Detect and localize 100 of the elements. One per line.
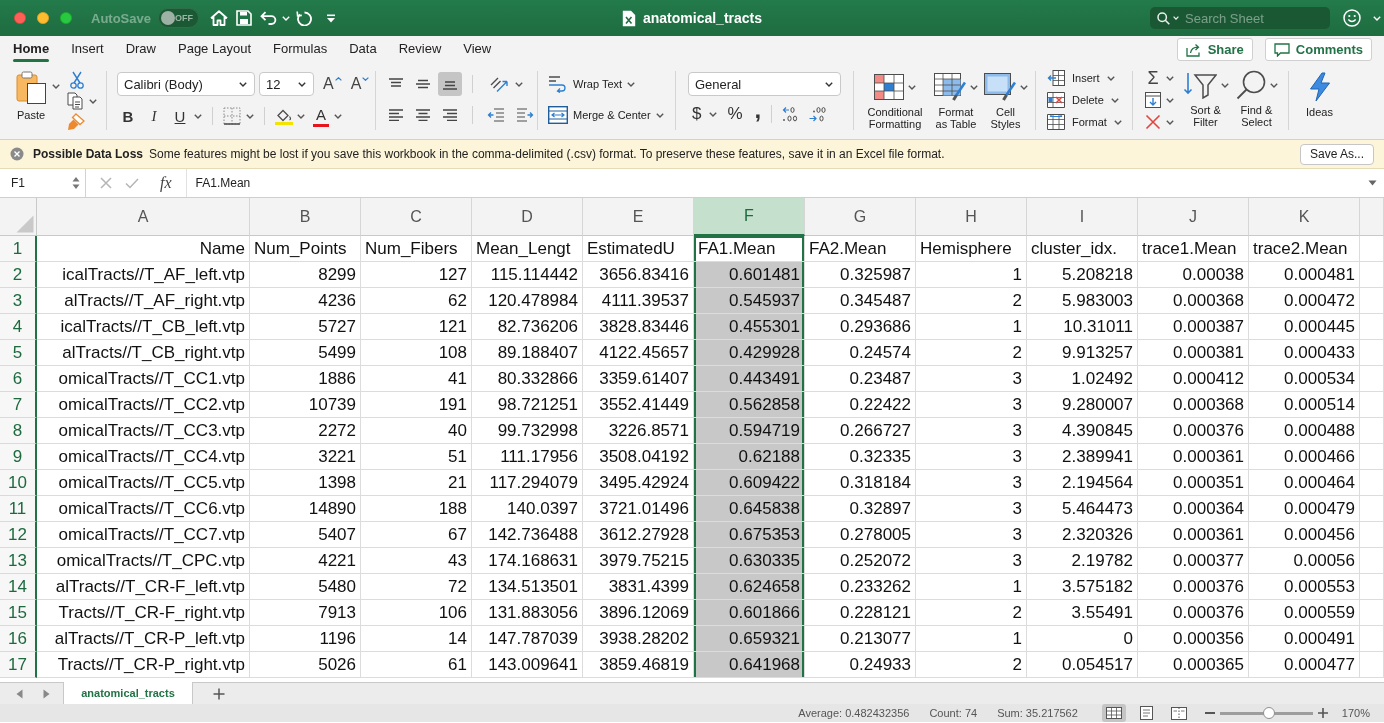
caret-icon[interactable] xyxy=(970,84,978,90)
format-cells-button[interactable]: Format xyxy=(1047,114,1132,130)
row-header[interactable]: 16 xyxy=(0,626,37,652)
caret-icon[interactable] xyxy=(334,113,342,119)
column-header[interactable]: H xyxy=(916,198,1027,236)
enter-check-icon[interactable] xyxy=(125,177,139,189)
row-header[interactable]: 13 xyxy=(0,548,37,574)
align-bottom-icon[interactable] xyxy=(438,72,462,96)
stepper-icon[interactable] xyxy=(72,176,80,190)
font-size-dropdown[interactable]: 12 xyxy=(259,72,314,96)
row-header[interactable]: 10 xyxy=(0,470,37,496)
ribbon-tab[interactable]: Insert xyxy=(71,36,104,63)
row-header[interactable]: 17 xyxy=(0,652,37,678)
align-top-icon[interactable] xyxy=(388,78,404,90)
row-header[interactable]: 2 xyxy=(0,262,37,288)
font-color-button[interactable]: A xyxy=(313,105,329,127)
row-header[interactable]: 12 xyxy=(0,522,37,548)
sort-filter-button[interactable]: Sort & Filter xyxy=(1182,70,1229,128)
column-header[interactable]: A xyxy=(37,198,250,236)
shrink-font-button[interactable]: A xyxy=(350,74,370,94)
clear-icon[interactable] xyxy=(1145,114,1161,130)
column-header[interactable]: J xyxy=(1138,198,1249,236)
row-header[interactable]: 7 xyxy=(0,392,37,418)
caret-icon[interactable] xyxy=(1110,97,1119,103)
customize-toolbar-icon[interactable] xyxy=(325,13,336,23)
caret-icon[interactable] xyxy=(655,112,664,118)
caret-icon[interactable] xyxy=(1166,75,1174,81)
smiley-icon[interactable] xyxy=(1343,9,1361,27)
align-left-icon[interactable] xyxy=(388,109,404,121)
expand-icon[interactable] xyxy=(1368,180,1377,186)
paint-bucket-icon[interactable] xyxy=(275,107,293,125)
name-box[interactable]: F1 xyxy=(0,169,86,197)
align-center-icon[interactable] xyxy=(415,109,431,121)
font-family-dropdown[interactable]: Calibri (Body) xyxy=(117,72,255,96)
delete-cells-button[interactable]: Delete xyxy=(1047,92,1132,108)
column-header[interactable]: K xyxy=(1249,198,1360,236)
percent-button[interactable]: % xyxy=(727,103,743,125)
column-header[interactable]: F xyxy=(694,198,805,236)
caret-icon[interactable] xyxy=(1166,119,1174,125)
caret-icon[interactable] xyxy=(246,113,254,119)
row-header[interactable]: 5 xyxy=(0,340,37,366)
share-button[interactable]: Share xyxy=(1176,38,1253,61)
caret-icon[interactable] xyxy=(239,81,247,87)
sheet-tab[interactable]: anatomical_tracts xyxy=(63,682,193,704)
slider-handle[interactable] xyxy=(1263,706,1276,719)
wrap-text-button[interactable]: Wrap Text xyxy=(548,72,675,96)
normal-view-icon[interactable] xyxy=(1101,704,1126,722)
add-sheet-icon[interactable] xyxy=(213,687,225,700)
save-as-button[interactable]: Save As... xyxy=(1299,143,1374,165)
ribbon-tab[interactable]: Data xyxy=(349,36,377,63)
insert-function-button[interactable]: fx xyxy=(160,174,172,192)
align-middle-icon[interactable] xyxy=(415,78,431,90)
close-circle-icon[interactable] xyxy=(10,147,24,161)
caret-icon[interactable] xyxy=(627,81,636,87)
caret-icon[interactable] xyxy=(515,81,523,87)
row-header[interactable]: 11 xyxy=(0,496,37,522)
column-header[interactable]: G xyxy=(805,198,916,236)
window-maximize-icon[interactable] xyxy=(60,12,72,24)
caret-icon[interactable] xyxy=(297,113,305,119)
page-break-icon[interactable] xyxy=(1170,706,1187,720)
column-header[interactable]: B xyxy=(250,198,361,236)
insert-cells-button[interactable]: Insert xyxy=(1047,70,1132,86)
ribbon-tab[interactable]: Review xyxy=(398,36,442,63)
decrease-indent-icon[interactable] xyxy=(487,108,505,122)
ribbon-tab[interactable]: Draw xyxy=(125,36,156,63)
row-header[interactable]: 15 xyxy=(0,600,37,626)
page-layout-icon[interactable] xyxy=(1139,706,1153,720)
ribbon-tab[interactable]: Page Layout xyxy=(178,36,251,63)
comma-style-button[interactable]: , xyxy=(754,103,762,125)
find-select-button[interactable]: Find & Select xyxy=(1233,70,1280,128)
caret-icon[interactable] xyxy=(1269,82,1278,88)
currency-button[interactable]: $ xyxy=(692,103,702,125)
next-sheet-icon[interactable] xyxy=(43,688,50,699)
caret-icon[interactable] xyxy=(194,113,202,119)
formula-field[interactable]: FA1.Mean xyxy=(185,169,1362,197)
caret-icon[interactable] xyxy=(1106,75,1115,81)
row-header[interactable]: 8 xyxy=(0,418,37,444)
borders-icon[interactable] xyxy=(223,107,241,125)
row-header[interactable]: 9 xyxy=(0,444,37,470)
caret-icon[interactable] xyxy=(1220,82,1229,88)
merge-center-button[interactable]: Merge & Center xyxy=(548,103,675,127)
ribbon-tab[interactable]: View xyxy=(463,36,492,63)
row-header[interactable]: 4 xyxy=(0,314,37,340)
copy-icon[interactable] xyxy=(67,92,83,110)
caret-icon[interactable] xyxy=(52,84,60,89)
grow-font-button[interactable]: A xyxy=(323,74,342,94)
increase-indent-icon[interactable] xyxy=(516,108,534,122)
window-minimize-icon[interactable] xyxy=(37,12,49,24)
caret-icon[interactable] xyxy=(1113,119,1122,125)
ribbon-tab[interactable]: Home xyxy=(13,36,50,63)
conditional-formatting-button[interactable]: Conditional Formatting xyxy=(863,72,927,130)
caret-icon[interactable] xyxy=(1019,84,1028,90)
caret-icon[interactable] xyxy=(825,81,833,87)
caret-icon[interactable] xyxy=(709,111,718,117)
caret-icon[interactable] xyxy=(298,81,306,87)
autosum-button[interactable]: Σ xyxy=(1145,70,1161,86)
italic-button[interactable]: I xyxy=(143,105,165,127)
caret-icon[interactable] xyxy=(1166,97,1174,103)
cell-styles-button[interactable]: Cell Styles xyxy=(983,72,1028,130)
zoom-in-icon[interactable] xyxy=(1317,708,1328,718)
